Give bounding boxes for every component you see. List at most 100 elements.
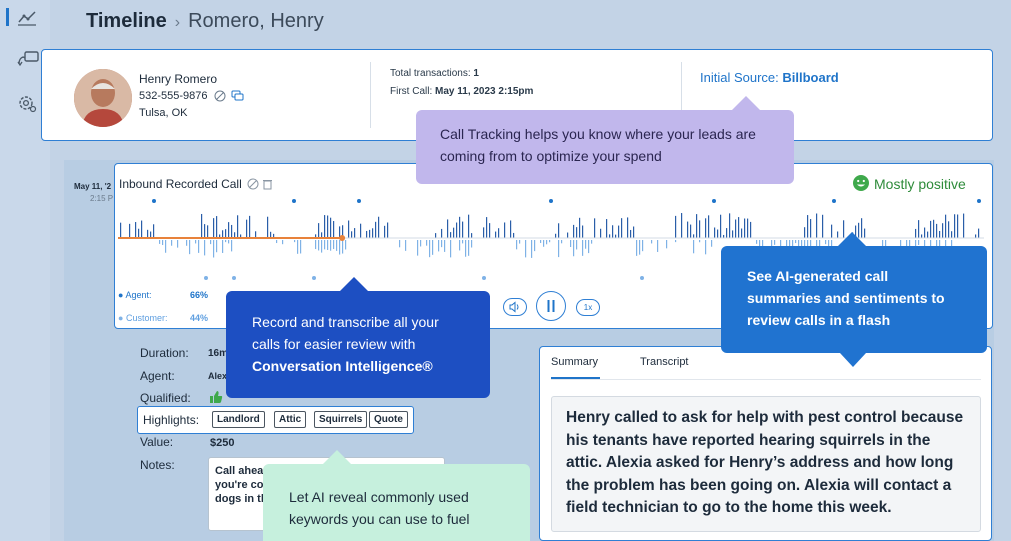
customer-waveform-bar (429, 240, 431, 258)
tab-summary[interactable]: Summary (551, 356, 598, 368)
agent-waveform-bar (369, 229, 371, 238)
recording-title: Inbound Recorded Call (119, 177, 273, 193)
agent-waveform-bar (216, 216, 218, 238)
agent-waveform-bar (378, 216, 380, 238)
page-title-main[interactable]: Timeline (86, 10, 167, 32)
customer-waveform-bar (228, 240, 230, 244)
agent-waveform-bar (435, 233, 437, 238)
settings-icon[interactable] (16, 92, 42, 118)
playback-head[interactable] (339, 235, 346, 241)
agent-waveform-bar (573, 224, 575, 238)
customer-waveform-bar (339, 240, 341, 255)
agent-waveform-bar (222, 230, 224, 238)
customer-waveform-bar (639, 240, 641, 255)
customer-waveform-bar (177, 240, 179, 248)
agent-waveform-bar (510, 220, 512, 238)
agent-waveform-bar (750, 221, 752, 238)
customer-waveform-bar (918, 240, 920, 245)
timeline-icon[interactable] (16, 8, 42, 34)
agent-waveform-bar (720, 214, 722, 238)
value-amount: $250 (210, 437, 235, 449)
highlight-chip[interactable]: Landlord (212, 411, 265, 428)
customer-waveform-bar (162, 240, 164, 246)
contact-phone-number[interactable]: 532-555-9876 (139, 90, 208, 102)
duration-value: 16m (208, 348, 229, 359)
agent-waveform-bar (456, 222, 458, 238)
agent-value: Alex (208, 371, 228, 381)
agent-waveform-bar (816, 213, 818, 238)
delete-icon[interactable] (262, 178, 273, 193)
agent-waveform-bar (915, 228, 917, 238)
customer-waveform-bar (561, 240, 563, 244)
agent-waveform-bar (600, 228, 602, 238)
sentiment-label: Mostly positive (874, 176, 966, 192)
agent-highlight-marker[interactable] (832, 199, 836, 203)
customer-waveform-bar (189, 240, 191, 255)
agent-waveform-bar (228, 222, 230, 238)
agent-waveform-bar (246, 219, 248, 238)
customer-waveform-bar (657, 240, 659, 252)
customer-waveform-bar (294, 240, 296, 243)
block-icon[interactable] (214, 90, 226, 105)
block-icon[interactable] (247, 178, 259, 193)
agent-highlight-marker[interactable] (712, 199, 716, 203)
agent-waveform-bar (555, 233, 557, 238)
customer-waveform-bar (444, 240, 446, 252)
agent-waveform-bar (954, 214, 956, 238)
customer-waveform-bar (438, 240, 440, 252)
customer-waveform-bar (300, 240, 302, 254)
agent-waveform-bar (738, 217, 740, 238)
call-icon[interactable] (16, 50, 42, 76)
agent-highlight-marker[interactable] (357, 199, 361, 203)
customer-waveform-bar (399, 240, 401, 248)
agent-waveform-bar (729, 213, 731, 238)
customer-waveform-bar (468, 240, 470, 256)
customer-highlight-marker[interactable] (640, 276, 644, 280)
agent-waveform-bar (225, 229, 227, 238)
agent-waveform-bar (153, 224, 155, 238)
agent-waveform-bar (717, 229, 719, 238)
customer-waveform-bar (186, 240, 188, 246)
agent-waveform-bar (267, 216, 269, 238)
agent-highlight-marker[interactable] (549, 199, 553, 203)
customer-waveform-bar (588, 240, 590, 254)
agent-legend-label: Agent: (125, 290, 152, 300)
agent-highlight-marker[interactable] (977, 199, 981, 203)
initial-source-value[interactable]: Billboard (782, 70, 838, 85)
highlight-chip[interactable]: Quote (369, 411, 408, 428)
agent-waveform-bar (498, 228, 500, 238)
customer-highlight-marker[interactable] (232, 276, 236, 280)
highlight-chip[interactable]: Squirrels (314, 411, 368, 428)
agent-waveform-bar (459, 216, 461, 238)
chat-icon[interactable] (231, 90, 244, 105)
agent-waveform-bar (318, 223, 320, 238)
speed-button[interactable]: 1x (576, 299, 600, 316)
agent-highlight-marker[interactable] (152, 199, 156, 203)
agent-waveform-bar (255, 231, 257, 238)
customer-highlight-marker[interactable] (482, 276, 486, 280)
agent-waveform-bar (372, 228, 374, 238)
agent-highlight-marker[interactable] (292, 199, 296, 203)
agent-waveform-bar (714, 227, 716, 238)
agent-waveform-bar (741, 228, 743, 238)
sentiment: Mostly positive (852, 174, 966, 195)
pause-button[interactable] (536, 291, 566, 321)
agent-waveform-bar (147, 229, 149, 238)
agent-waveform-bar (804, 227, 806, 238)
volume-button[interactable] (503, 298, 527, 316)
customer-waveform-bar (198, 240, 200, 253)
highlight-chip[interactable]: Attic (274, 411, 307, 428)
agent-waveform-bar (495, 231, 497, 238)
tab-transcript[interactable]: Transcript (640, 356, 689, 368)
timeline-date: May 11, '2 (74, 182, 112, 191)
customer-waveform-bar (825, 240, 827, 245)
customer-waveform-bar (531, 240, 533, 258)
contact-phone: 532-555-9876 (139, 90, 244, 105)
contact-city: Tulsa, OK (139, 107, 188, 119)
agent-waveform-bar (447, 219, 449, 238)
customer-highlight-marker[interactable] (312, 276, 316, 280)
callout-bold-text: Conversation Intelligence® (252, 358, 433, 374)
agent-waveform-bar (471, 233, 473, 238)
agent-waveform-bar (708, 215, 710, 238)
customer-highlight-marker[interactable] (204, 276, 208, 280)
